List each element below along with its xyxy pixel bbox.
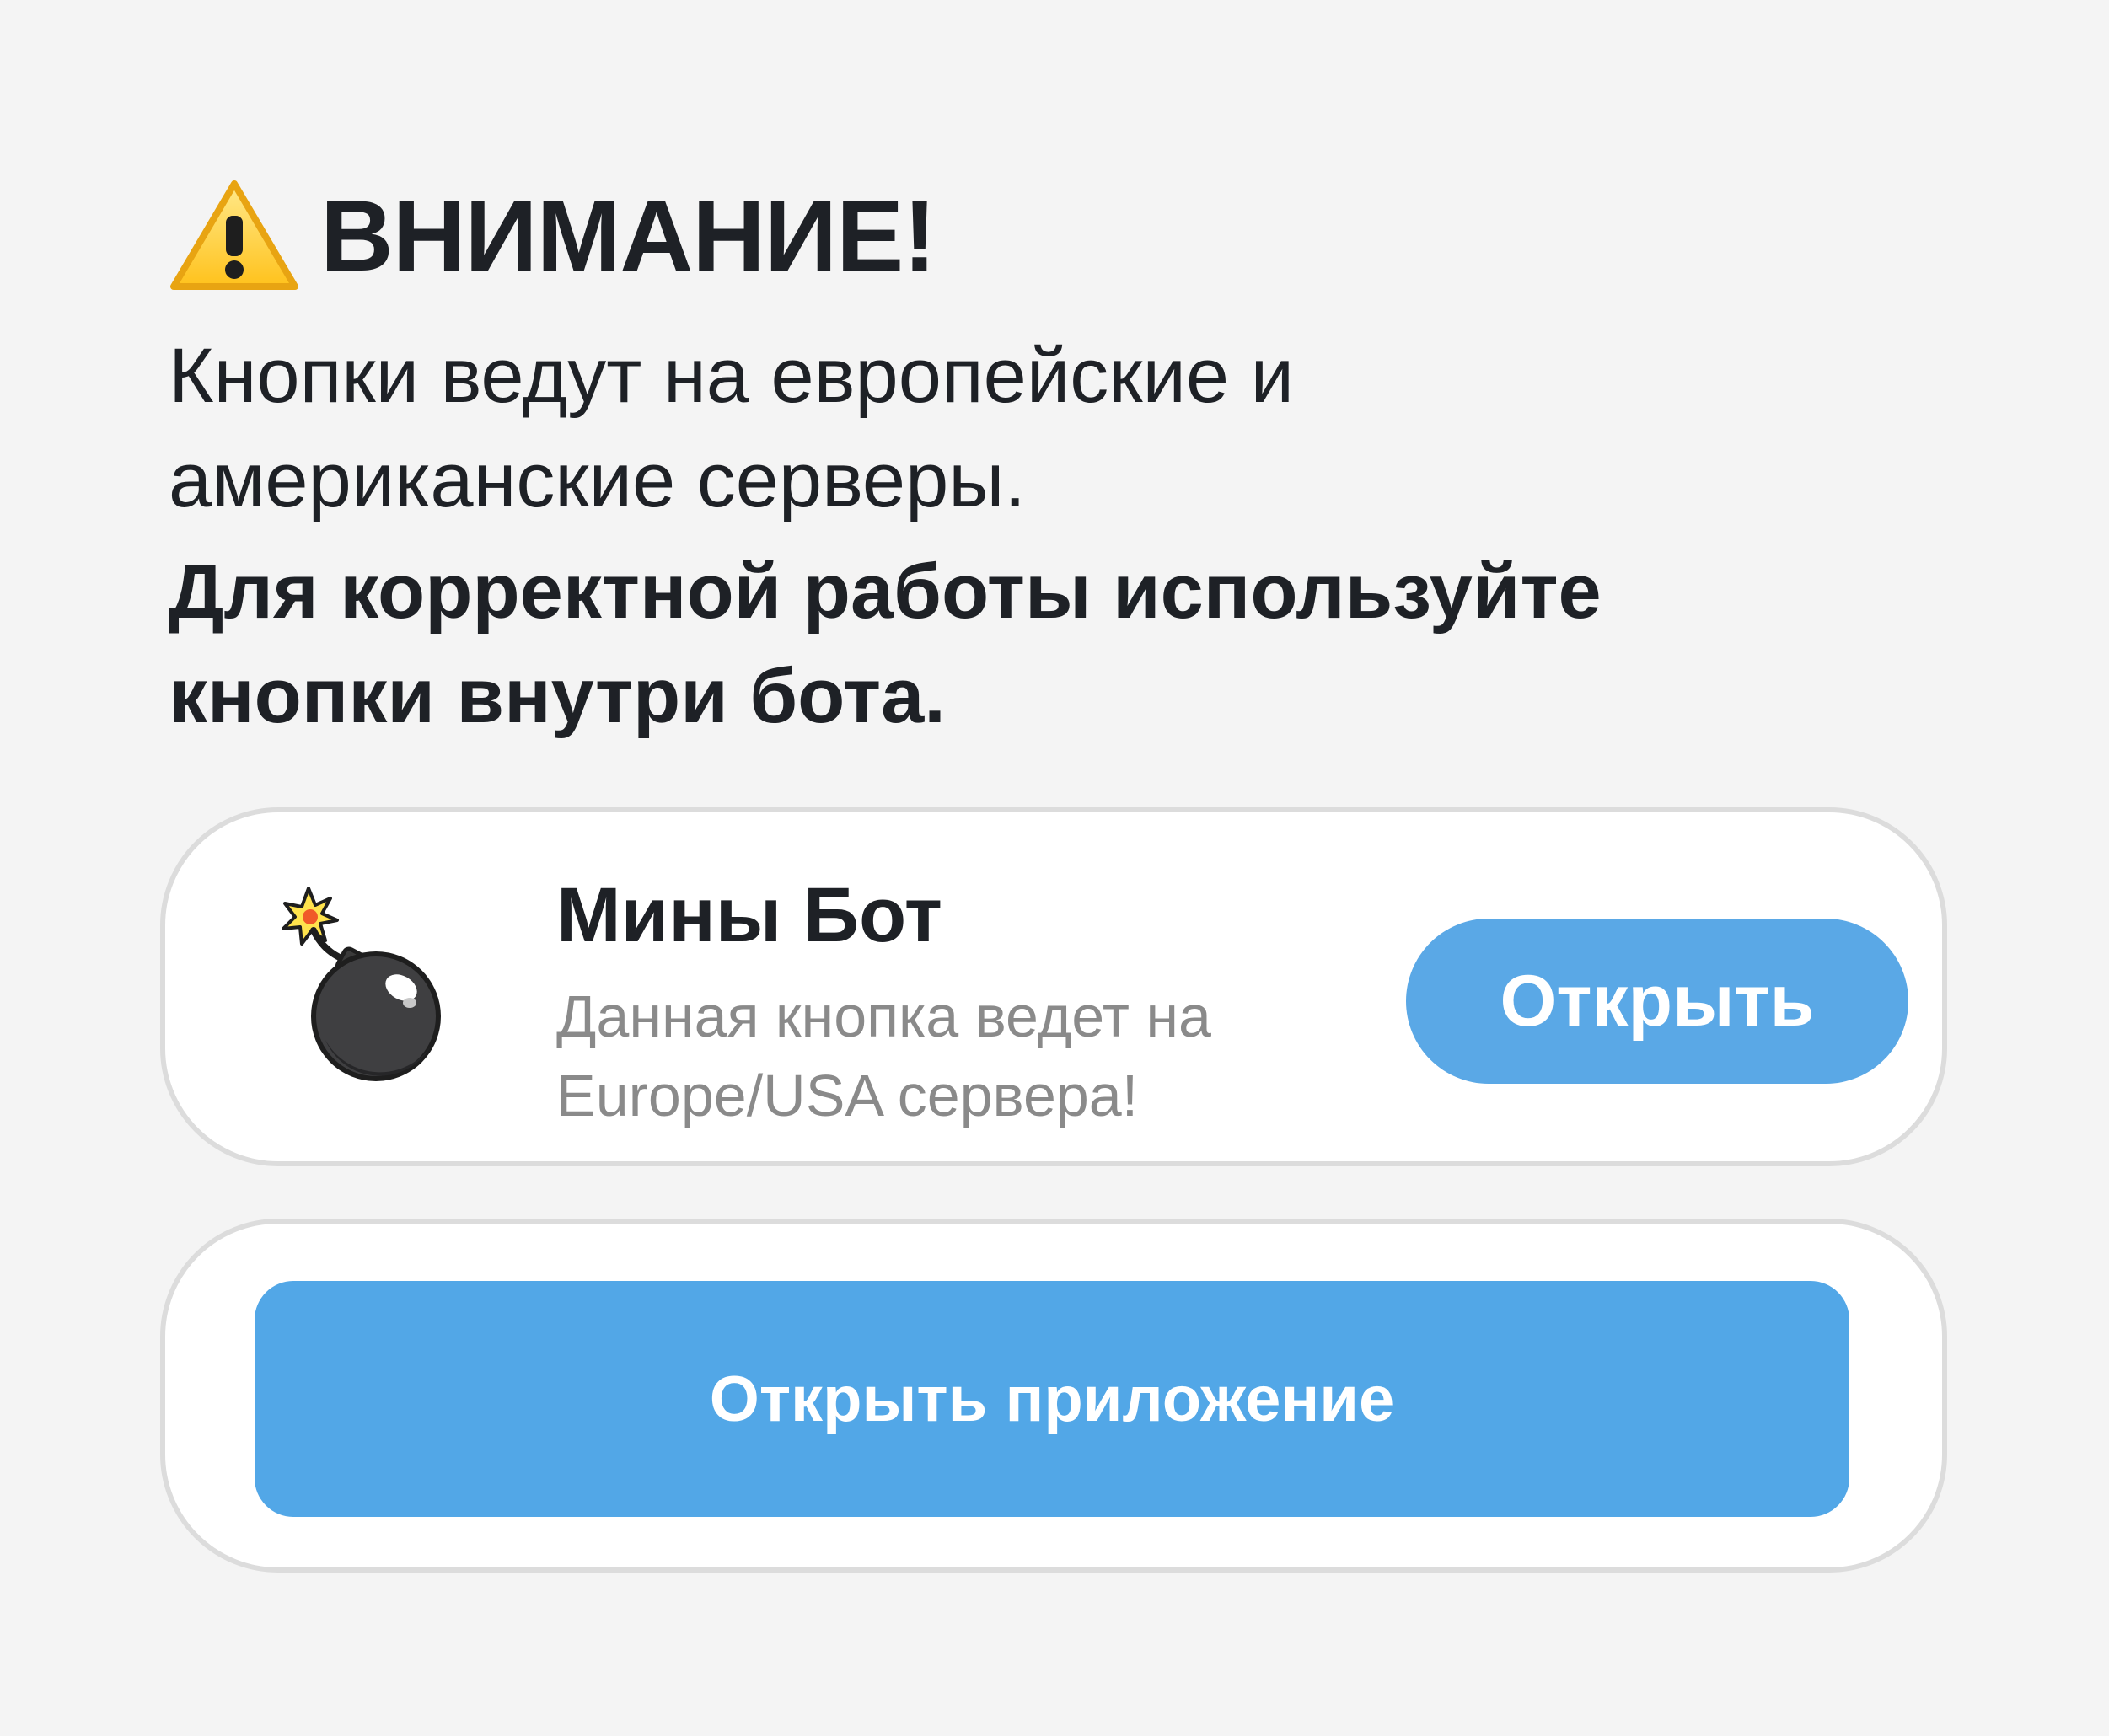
warning-message: Кнопки ведут на европейские и американск… bbox=[169, 324, 1939, 533]
warning-line-1: Кнопки ведут на европейские и bbox=[169, 333, 1294, 419]
bot-description-line-1: Данная кнопка ведет на bbox=[556, 983, 1211, 1050]
warning-bold-line-2: кнопки внутри бота. bbox=[169, 653, 946, 739]
open-bot-button[interactable]: Открыть bbox=[1406, 919, 1908, 1084]
bomb-icon bbox=[275, 880, 460, 1082]
open-app-button[interactable]: Открыть приложение bbox=[255, 1281, 1849, 1517]
bot-description-line-2: Europe/USA сервера! bbox=[556, 1063, 1139, 1129]
app-card: Открыть приложение bbox=[160, 1219, 1947, 1573]
warning-heading: ВНИМАНИЕ! bbox=[169, 169, 1939, 303]
bot-card: Мины Бот Данная кнопка ведет на Europe/U… bbox=[160, 807, 1947, 1166]
bot-name: Мины Бот bbox=[556, 872, 942, 958]
warning-block: ВНИМАНИЕ! Кнопки ведут на европейские и … bbox=[169, 169, 1939, 748]
warning-line-2: американские серверы. bbox=[169, 437, 1026, 523]
warning-emphasis: Для корректной работы используйте кнопки… bbox=[169, 539, 1939, 748]
bot-info: Мины Бот Данная кнопка ведет на Europe/U… bbox=[556, 872, 1399, 1135]
warning-icon bbox=[169, 177, 300, 295]
warning-title: ВНИМАНИЕ! bbox=[320, 179, 936, 292]
warning-bold-line-1: Для корректной работы используйте bbox=[169, 549, 1602, 635]
